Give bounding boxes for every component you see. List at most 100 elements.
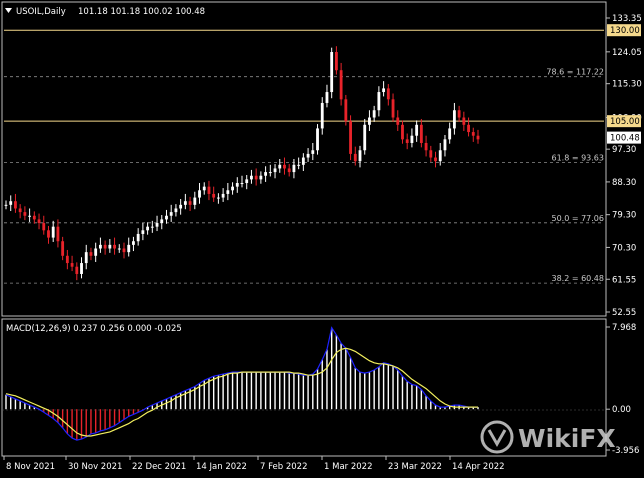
candle[interactable] bbox=[278, 158, 282, 173]
candle[interactable] bbox=[424, 135, 428, 157]
candle[interactable] bbox=[301, 153, 305, 172]
candle[interactable] bbox=[434, 151, 437, 168]
candle[interactable] bbox=[174, 204, 178, 217]
candle[interactable] bbox=[429, 145, 433, 162]
candle[interactable] bbox=[4, 200, 8, 210]
candle[interactable] bbox=[51, 220, 55, 242]
candle[interactable] bbox=[240, 175, 244, 188]
candle[interactable] bbox=[56, 219, 60, 248]
candle[interactable] bbox=[292, 158, 296, 179]
candle[interactable] bbox=[160, 215, 164, 230]
candle[interactable] bbox=[28, 208, 32, 222]
candle[interactable] bbox=[471, 127, 475, 142]
candle[interactable] bbox=[457, 105, 461, 122]
candle[interactable] bbox=[207, 180, 211, 201]
candle[interactable] bbox=[89, 247, 93, 261]
candle[interactable] bbox=[377, 86, 381, 117]
candle[interactable] bbox=[198, 183, 201, 204]
candle[interactable] bbox=[264, 166, 268, 182]
candle[interactable] bbox=[254, 168, 258, 186]
candle[interactable] bbox=[188, 196, 192, 212]
candle[interactable] bbox=[476, 129, 480, 144]
candle[interactable] bbox=[448, 122, 452, 144]
candle[interactable] bbox=[65, 249, 69, 270]
time-axis[interactable]: 8 Nov 2021 30 Nov 2021 22 Dec 2021 14 Jan 2… bbox=[3, 456, 505, 472]
candle[interactable] bbox=[146, 222, 150, 235]
candle[interactable] bbox=[415, 120, 419, 142]
candle[interactable] bbox=[117, 244, 121, 253]
candle[interactable] bbox=[382, 81, 386, 97]
candle[interactable] bbox=[344, 94, 348, 126]
price-axis[interactable]: 133.35124.05115.30106.0097.3088.3079.307… bbox=[606, 14, 642, 318]
candle[interactable] bbox=[467, 117, 470, 137]
candle[interactable] bbox=[221, 188, 225, 202]
candle[interactable] bbox=[311, 142, 315, 161]
candle[interactable] bbox=[84, 244, 88, 270]
candle[interactable] bbox=[372, 105, 376, 122]
candle[interactable] bbox=[287, 164, 291, 177]
candle[interactable] bbox=[391, 93, 395, 122]
candle[interactable] bbox=[132, 236, 135, 252]
horizontal-lines[interactable] bbox=[4, 29, 604, 122]
candle[interactable] bbox=[202, 182, 206, 195]
candle[interactable] bbox=[193, 191, 197, 210]
candle[interactable] bbox=[316, 124, 319, 155]
candle[interactable] bbox=[103, 240, 107, 255]
candle[interactable] bbox=[155, 215, 159, 232]
candle[interactable] bbox=[75, 262, 79, 281]
candle[interactable] bbox=[358, 145, 362, 168]
candle[interactable] bbox=[108, 239, 112, 253]
trading-chart[interactable]: 78.6 = 117.22 61.8 = 93.63 50.0 = 77.06 38.… bbox=[0, 0, 644, 478]
candle[interactable] bbox=[18, 204, 22, 219]
candle[interactable] bbox=[363, 118, 367, 155]
candle[interactable] bbox=[179, 199, 183, 215]
candle[interactable] bbox=[419, 118, 423, 148]
candle[interactable] bbox=[136, 228, 140, 246]
candle[interactable] bbox=[443, 134, 447, 157]
candlesticks[interactable] bbox=[4, 46, 480, 281]
candle[interactable] bbox=[245, 175, 249, 190]
symbol-menu-icon[interactable] bbox=[5, 8, 12, 13]
candle[interactable] bbox=[320, 97, 324, 135]
candle[interactable] bbox=[169, 204, 173, 222]
candle[interactable] bbox=[14, 193, 17, 213]
candle[interactable] bbox=[150, 220, 154, 233]
candle[interactable] bbox=[183, 193, 187, 210]
candle[interactable] bbox=[94, 242, 98, 262]
candle[interactable] bbox=[250, 169, 253, 184]
candle[interactable] bbox=[98, 237, 102, 253]
candle[interactable] bbox=[235, 177, 239, 193]
candle[interactable] bbox=[273, 164, 277, 179]
candle[interactable] bbox=[368, 110, 371, 131]
candle[interactable] bbox=[268, 164, 272, 177]
candle[interactable] bbox=[141, 223, 145, 241]
candle[interactable] bbox=[452, 102, 456, 135]
candle[interactable] bbox=[330, 47, 334, 99]
candle[interactable] bbox=[70, 255, 74, 272]
candle[interactable] bbox=[297, 157, 301, 170]
candle[interactable] bbox=[42, 215, 46, 235]
candle[interactable] bbox=[80, 257, 83, 279]
candle[interactable] bbox=[216, 193, 220, 204]
candle[interactable] bbox=[127, 237, 131, 257]
candle[interactable] bbox=[259, 171, 263, 184]
candle[interactable] bbox=[438, 142, 442, 166]
candle[interactable] bbox=[61, 236, 65, 261]
candle[interactable] bbox=[23, 206, 27, 221]
candle[interactable] bbox=[122, 242, 126, 259]
candle[interactable] bbox=[386, 84, 390, 106]
candle[interactable] bbox=[396, 110, 400, 131]
candle[interactable] bbox=[231, 182, 234, 195]
candle[interactable] bbox=[47, 225, 50, 244]
candle[interactable] bbox=[325, 84, 329, 108]
candle[interactable] bbox=[334, 46, 338, 75]
candle[interactable] bbox=[9, 195, 13, 212]
candle[interactable] bbox=[212, 186, 216, 202]
candle[interactable] bbox=[37, 213, 41, 230]
candle[interactable] bbox=[401, 120, 404, 144]
candle[interactable] bbox=[113, 237, 116, 255]
candle[interactable] bbox=[410, 128, 414, 148]
candle[interactable] bbox=[405, 133, 409, 150]
candle[interactable] bbox=[462, 111, 466, 131]
candle[interactable] bbox=[306, 148, 310, 162]
